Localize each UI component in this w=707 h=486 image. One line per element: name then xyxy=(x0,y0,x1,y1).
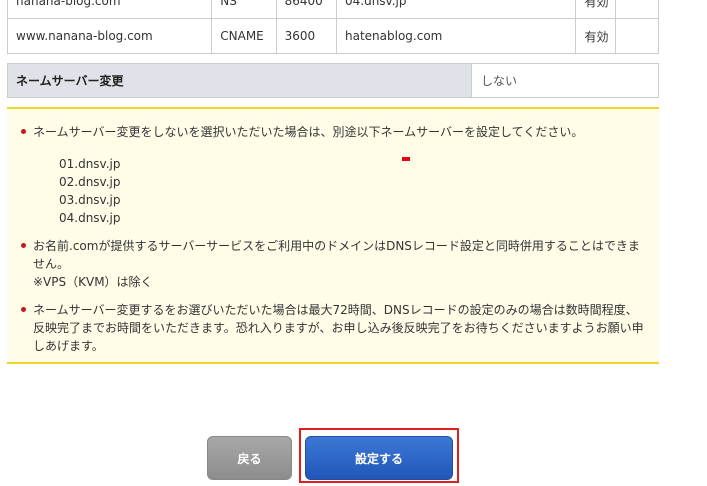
notice-item: ネームサーバー変更するをお選びいただいた場合は最大72時間、DNSレコードの設定… xyxy=(21,301,645,355)
bullet-icon xyxy=(21,307,26,312)
record-action-cell xyxy=(614,0,660,19)
record-status: 有効 xyxy=(575,18,616,54)
record-ttl: 86400 xyxy=(275,0,338,19)
notice-text: ネームサーバー変更するをお選びいただいた場合は最大72時間、DNSレコードの設定… xyxy=(33,303,644,353)
nameserver-item: 02.dnsv.jp xyxy=(59,175,121,189)
nameserver-item: 04.dnsv.jp xyxy=(59,211,121,225)
notice-text: お名前.comが提供するサーバーサービスをご利用中のドメインはDNSレコード設定… xyxy=(33,239,640,271)
notice-note: ※VPS（KVM）は除く xyxy=(33,275,153,289)
nameserver-item: 03.dnsv.jp xyxy=(59,193,121,207)
record-ttl: 3600 xyxy=(275,18,338,54)
record-status: 有効 xyxy=(575,0,616,19)
nameserver-list: 01.dnsv.jp 02.dnsv.jp 03.dnsv.jp 04.dnsv… xyxy=(33,141,645,227)
record-value: hatenablog.com xyxy=(335,18,577,54)
table-row: www.nanana-blog.com CNAME 3600 hatenablo… xyxy=(6,18,660,54)
record-type: NS xyxy=(211,0,277,19)
bullet-icon xyxy=(21,243,26,248)
nameserver-change-label: ネームサーバー変更 xyxy=(8,64,471,97)
record-value: 04.dnsv.jp xyxy=(335,0,577,19)
notice-item: お名前.comが提供するサーバーサービスをご利用中のドメインはDNSレコード設定… xyxy=(21,237,645,291)
back-button[interactable]: 戻る xyxy=(207,436,292,480)
notice-item: ネームサーバー変更をしないを選択いただいた場合は、別途以下ネームサーバーを設定し… xyxy=(21,123,645,227)
red-mark xyxy=(402,157,410,161)
table-row: nanana-blog.com NS 86400 04.dnsv.jp 有効 xyxy=(6,0,660,19)
nameserver-item: 01.dnsv.jp xyxy=(59,157,121,171)
notice-box: ネームサーバー変更をしないを選択いただいた場合は、別途以下ネームサーバーを設定し… xyxy=(7,107,659,364)
record-type: CNAME xyxy=(211,18,277,54)
nameserver-change-row: ネームサーバー変更 しない xyxy=(7,63,659,98)
bullet-icon xyxy=(21,129,26,134)
dns-record-table: nanana-blog.com NS 86400 04.dnsv.jp 有効 w… xyxy=(6,0,660,54)
record-action-cell xyxy=(614,18,660,54)
nameserver-change-value: しない xyxy=(471,64,658,97)
notice-text: ネームサーバー変更をしないを選択いただいた場合は、別途以下ネームサーバーを設定し… xyxy=(33,125,584,139)
notice-list: ネームサーバー変更をしないを選択いただいた場合は、別途以下ネームサーバーを設定し… xyxy=(7,109,659,355)
record-host: nanana-blog.com xyxy=(6,0,213,19)
record-host: www.nanana-blog.com xyxy=(6,18,213,54)
submit-button[interactable]: 設定する xyxy=(305,436,453,480)
